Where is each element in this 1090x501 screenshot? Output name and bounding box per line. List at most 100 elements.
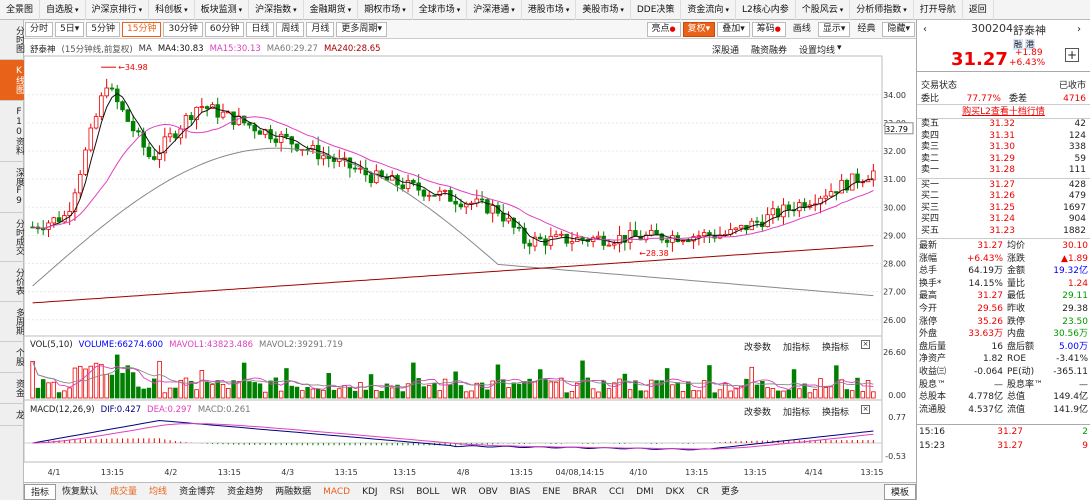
menu-item-10[interactable]: 港股市场 ▾ <box>522 0 577 20</box>
menu-item-12[interactable]: DDE决策 <box>631 0 682 20</box>
sidebar-item-4[interactable]: 分时成交 <box>0 213 24 262</box>
period-tab-7[interactable]: 周线 <box>276 21 305 37</box>
candle-body <box>701 232 707 237</box>
panel-link-0[interactable]: 改参数 <box>744 405 771 418</box>
panel-link-2[interactable]: 换指标 <box>822 405 849 418</box>
panel-link-1[interactable]: 加指标 <box>783 405 810 418</box>
indicator-tab-6[interactable]: 两融数据 <box>269 484 317 500</box>
buy-l2-link[interactable]: 购买L2查看十档行情 <box>962 105 1045 118</box>
menu-item-8[interactable]: 全球市场 ▾ <box>413 0 468 20</box>
sidebar-item-2[interactable]: F10资料 <box>0 101 24 162</box>
indicator-tab-9[interactable]: RSI <box>384 484 411 500</box>
indicator-tab-12[interactable]: OBV <box>473 484 504 500</box>
indicator-tab-19[interactable]: CR <box>691 484 716 500</box>
toolbar-button-4[interactable]: 画线 <box>788 22 816 37</box>
menu-item-3[interactable]: 科创板 ▾ <box>149 0 195 20</box>
sidebar-item-9[interactable]: 龙 <box>0 404 24 426</box>
menu-item-16[interactable]: 分析师指数 ▾ <box>850 0 914 20</box>
indicator-tab-13[interactable]: BIAS <box>504 484 537 500</box>
toolbar-button-2[interactable]: 叠加▾ <box>717 21 750 37</box>
toolbar-button-3[interactable]: 筹码● <box>751 21 786 37</box>
indicator-tab-5[interactable]: 资金趋势 <box>221 484 269 500</box>
period-tab-9[interactable]: 更多周期▾ <box>336 21 387 37</box>
menu-item-18[interactable]: 返回 <box>963 0 994 20</box>
prev-stock-icon[interactable]: ‹ <box>923 24 927 35</box>
indicator-tab-3[interactable]: 均线 <box>143 484 173 500</box>
volume-bar <box>183 377 189 399</box>
menu-item-4[interactable]: 板块监测 ▾ <box>195 0 250 20</box>
period-tab-2[interactable]: 5分钟 <box>86 21 121 37</box>
menu-item-0[interactable]: 全景图 <box>0 0 41 20</box>
menu-label: 港股市场 <box>527 5 564 15</box>
indicator-tab-2[interactable]: 成交量 <box>104 484 143 500</box>
menu-item-14[interactable]: L2核心内参 <box>736 0 796 20</box>
toolbar-button-0[interactable]: 亮点● <box>646 21 681 37</box>
indicator-tab-15[interactable]: BRAR <box>566 484 602 500</box>
menu-item-15[interactable]: 个股风云 ▾ <box>796 0 851 20</box>
period-tab-4[interactable]: 30分钟 <box>163 21 203 37</box>
menu-item-6[interactable]: 金融期货 ▾ <box>304 0 359 20</box>
period-tab-8[interactable]: 月线 <box>306 21 335 37</box>
volume-bar <box>453 371 458 399</box>
indicator-tab-1[interactable]: 恢复默认 <box>56 484 104 500</box>
period-tab-6[interactable]: 日线 <box>246 21 275 37</box>
period-tab-3[interactable]: 15分钟 <box>122 21 162 37</box>
indicator-tab-11[interactable]: WR <box>445 484 472 500</box>
next-stock-icon[interactable]: › <box>1077 24 1081 35</box>
macd-panel-links: 改参数 加指标 换指标 × <box>744 405 871 418</box>
period-tab-5[interactable]: 60分钟 <box>204 21 245 37</box>
sidebar-item-5[interactable]: 分价表 <box>0 262 24 302</box>
indicator-tab-20[interactable]: 更多 <box>715 484 745 500</box>
indicator-tab-14[interactable]: ENE <box>536 484 566 500</box>
volume-bar <box>601 380 606 399</box>
close-icon[interactable]: × <box>861 340 871 349</box>
volume-bar <box>220 383 226 399</box>
menu-item-17[interactable]: 打开导航 <box>914 0 963 20</box>
indicator-tab-4[interactable]: 资金博弈 <box>173 484 221 500</box>
period-tab-1[interactable]: 5日▾ <box>55 21 85 37</box>
panel-link-0[interactable]: 改参数 <box>744 340 771 353</box>
toolbar-button-5[interactable]: 显示▾ <box>817 21 851 37</box>
order-price: 31.30 <box>989 142 1015 152</box>
tick-time: 15:23 <box>919 441 945 452</box>
volume-bar <box>606 388 612 399</box>
indicator-tab-7[interactable]: MACD <box>317 484 356 500</box>
toolbar-label: 筹码 <box>756 23 775 34</box>
sidebar-item-0[interactable]: 分时图 <box>0 20 24 60</box>
indicator-tab-8[interactable]: KDJ <box>356 484 384 500</box>
panel-link-2[interactable]: 换指标 <box>822 340 849 353</box>
toolbar-button-7[interactable]: 隐藏▾ <box>882 21 915 37</box>
price-row: 31.27 +1.89 +6.43% + <box>917 48 1090 72</box>
stat-label: 金额 <box>1007 266 1026 277</box>
menu-item-9[interactable]: 沪深港通 ▾ <box>467 0 522 20</box>
menu-item-1[interactable]: 自选股 ▾ <box>40 0 86 20</box>
order-label: 买一 <box>921 179 940 190</box>
period-tab-0[interactable]: 分时 <box>25 21 54 37</box>
menu-item-11[interactable]: 美股市场 ▾ <box>576 0 631 20</box>
menu-item-7[interactable]: 期权市场 ▾ <box>358 0 413 20</box>
sidebar-item-1[interactable]: K线图 <box>0 60 24 101</box>
sidebar-item-7[interactable]: 个股 <box>0 342 24 373</box>
indicator-tab-21[interactable]: 模板 <box>883 483 916 500</box>
volume-bar <box>62 390 67 399</box>
indicator-tab-17[interactable]: DMI <box>630 484 659 500</box>
toolbar-button-6[interactable]: 经典 <box>852 22 880 37</box>
volume-bar <box>35 387 41 399</box>
sidebar-item-3[interactable]: 深度F9 <box>0 162 24 213</box>
menu-item-2[interactable]: 沪深京排行 ▾ <box>86 0 150 20</box>
sidebar-item-8[interactable]: 资金 <box>0 373 24 404</box>
add-watchlist-button[interactable]: + <box>1065 48 1079 62</box>
candle-body <box>405 180 411 189</box>
menu-item-13[interactable]: 资金流向 ▾ <box>681 0 736 20</box>
sidebar-item-6[interactable]: 多周期 <box>0 302 24 342</box>
indicator-tab-10[interactable]: BOLL <box>410 484 445 500</box>
menu-item-5[interactable]: 沪深指数 ▾ <box>249 0 304 20</box>
panel-link-1[interactable]: 加指标 <box>783 340 810 353</box>
volume-bar <box>379 391 384 399</box>
indicator-tab-16[interactable]: CCI <box>603 484 630 500</box>
indicator-tab-0[interactable]: 指标 <box>24 483 57 500</box>
indicator-tab-18[interactable]: DKX <box>660 484 691 500</box>
close-icon[interactable]: × <box>861 405 871 414</box>
stat-label: 收益㈢ <box>919 366 947 377</box>
toolbar-button-1[interactable]: 复权▾ <box>682 21 716 37</box>
